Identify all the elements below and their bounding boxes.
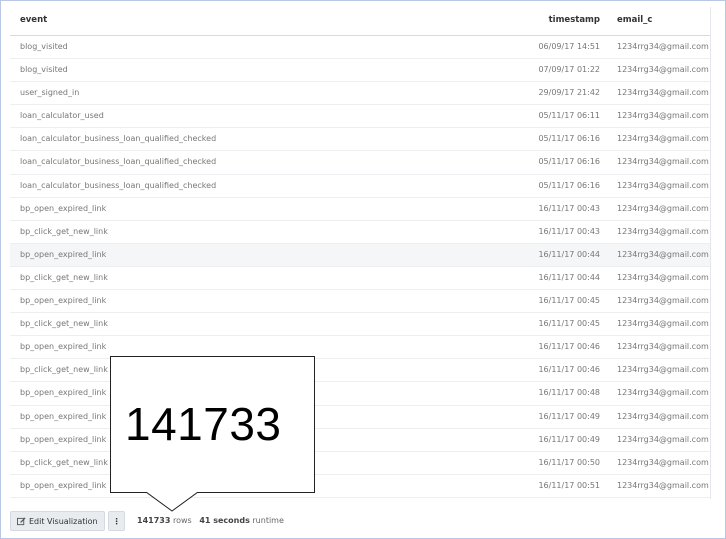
- cell-timestamp: 05/11/17 06:16: [538, 157, 600, 167]
- table-row: user_signed_in 29/09/17 21:42 1234rrg34@gm…: [10, 82, 710, 106]
- cell-email: 1234rrg34@gmail.com: [617, 134, 709, 144]
- cell-event: bp_open_expired_link: [20, 411, 107, 421]
- more-options-button[interactable]: ⋮: [108, 511, 125, 531]
- cell-event: bp_open_expired_link: [20, 388, 107, 398]
- table-row: bp_click_get_new_link 16/11/17 00:43 1234r…: [10, 221, 710, 244]
- cell-timestamp: 16/11/17 00:48: [538, 388, 600, 398]
- table-row: loan_calculator_used 05/11/17 06:11 1234rr…: [10, 105, 710, 129]
- cell-event: loan_calculator_business_loan_qualified_…: [20, 180, 217, 190]
- column-header-timestamp[interactable]: timestamp: [549, 15, 600, 25]
- column-header-event[interactable]: event: [20, 15, 47, 25]
- row-count-callout: 141733: [110, 356, 315, 493]
- cell-event: loan_calculator_used: [20, 111, 104, 121]
- table-row: bp_click_get_new_link16/11/17 00:511234r…: [10, 498, 710, 499]
- cell-event: bp_click_get_new_link: [20, 319, 108, 329]
- cell-event: blog_visited: [20, 42, 68, 51]
- cell-timestamp: 16/11/17 00:49: [538, 411, 600, 421]
- query-status: 141733 rows 41 seconds runtime: [137, 516, 284, 525]
- callout-pointer: [146, 492, 198, 512]
- table-row: bp_open_expired_link 16/11/17 00:44 1234rr…: [10, 243, 710, 267]
- cell-email: 1234rrg34@gmail.com: [617, 480, 709, 490]
- results-footer: Edit Visualization ⋮ 141733 rows 41 seco…: [10, 511, 710, 533]
- cell-email: 1234rrg34@gmail.com: [617, 388, 709, 398]
- cell-email: 1234rrg34@gmail.com: [617, 319, 709, 329]
- edit-icon: [17, 516, 26, 525]
- runtime-value: 41 seconds: [199, 516, 250, 525]
- cell-timestamp: 16/11/17 00:43: [538, 226, 600, 236]
- cell-event: user_signed_in: [20, 88, 80, 98]
- cell-timestamp: 05/11/17 06:11: [538, 111, 600, 121]
- cell-timestamp: 29/09/17 21:42: [538, 88, 600, 98]
- cell-email: 1234rrg34@gmail.com: [617, 65, 709, 75]
- table-row: loan_calculator_business_loan_qualified_…: [10, 151, 710, 175]
- cell-email: 1234rrg34@gmail.com: [617, 42, 709, 51]
- cell-timestamp: 16/11/17 00:45: [538, 319, 600, 329]
- cell-event: bp_click_get_new_link: [20, 365, 108, 375]
- cell-event: bp_open_expired_link: [20, 480, 107, 490]
- cell-event: bp_open_expired_link: [20, 434, 107, 444]
- cell-email: 1234rrg34@gmail.com: [617, 411, 709, 421]
- cell-timestamp: 16/11/17 00:44: [538, 249, 600, 259]
- cell-timestamp: 05/11/17 06:16: [538, 180, 600, 190]
- cell-timestamp: 16/11/17 00:50: [538, 457, 600, 467]
- cell-email: 1234rrg34@gmail.com: [617, 434, 709, 444]
- row-count-label: rows: [172, 516, 192, 525]
- cell-email: 1234rrg34@gmail.com: [617, 342, 709, 352]
- cell-email: 1234rrg34@gmail.com: [617, 157, 709, 167]
- cell-event: loan_calculator_business_loan_qualified_…: [20, 134, 217, 144]
- cell-email: 1234rrg34@gmail.com: [617, 249, 709, 259]
- table-row: blog_visited 06/09/17 14:51 1234rrg34@gmai…: [10, 36, 710, 60]
- cell-event: bp_click_get_new_link: [20, 272, 108, 282]
- cell-email: 1234rrg34@gmail.com: [617, 180, 709, 190]
- callout-text: 141733: [125, 398, 282, 450]
- cell-timestamp: 06/09/17 14:51: [538, 42, 600, 51]
- cell-event: blog_visited: [20, 65, 68, 75]
- cell-email: 1234rrg34@gmail.com: [617, 88, 709, 98]
- table-row: bp_open_expired_link 16/11/17 00:43 1234rr…: [10, 198, 710, 221]
- cell-email: 1234rrg34@gmail.com: [617, 203, 709, 213]
- edit-visualization-button[interactable]: Edit Visualization: [10, 511, 105, 531]
- cell-email: 1234rrg34@gmail.com: [617, 111, 709, 121]
- cell-timestamp: 16/11/17 00:51: [538, 480, 600, 490]
- cell-event: bp_open_expired_link: [20, 296, 107, 306]
- cell-email: 1234rrg34@gmail.com: [617, 365, 709, 375]
- row-count: 141733: [137, 516, 171, 525]
- cell-timestamp: 05/11/17 06:16: [538, 134, 600, 144]
- cell-event: bp_click_get_new_link: [20, 226, 108, 236]
- cell-timestamp: 07/09/17 01:22: [538, 65, 600, 75]
- table-row: loan_calculator_business_loan_qualified_…: [10, 175, 710, 198]
- cell-timestamp: 16/11/17 00:43: [538, 203, 600, 213]
- table-row: bp_click_get_new_link 16/11/17 00:45 1234r…: [10, 313, 710, 337]
- cell-event: bp_open_expired_link: [20, 203, 107, 213]
- cell-email: 1234rrg34@gmail.com: [617, 457, 709, 467]
- cell-email: 1234rrg34@gmail.com: [617, 226, 709, 236]
- table-row: loan_calculator_business_loan_qualified_…: [10, 128, 710, 152]
- cell-event: bp_click_get_new_link: [20, 457, 108, 467]
- cell-event: bp_open_expired_link: [20, 249, 107, 259]
- column-header-email[interactable]: email_c: [617, 15, 652, 25]
- cell-event: loan_calculator_business_loan_qualified_…: [20, 157, 217, 167]
- table-row: bp_click_get_new_link 16/11/17 00:44 1234r…: [10, 267, 710, 291]
- edit-visualization-label: Edit Visualization: [29, 516, 98, 526]
- table-row: blog_visited 07/09/17 01:22 1234rrg34@gmai…: [10, 59, 710, 83]
- cell-email: 1234rrg34@gmail.com: [617, 296, 709, 306]
- table-header: event timestamp email_c: [10, 7, 710, 36]
- cell-timestamp: 16/11/17 00:45: [538, 296, 600, 306]
- cell-event: bp_open_expired_link: [20, 342, 107, 352]
- query-results-panel: event timestamp email_c blog_visited 06/0…: [0, 0, 726, 539]
- cell-email: 1234rrg34@gmail.com: [617, 272, 709, 282]
- cell-timestamp: 16/11/17 00:49: [538, 434, 600, 444]
- cell-timestamp: 16/11/17 00:46: [538, 342, 600, 352]
- cell-timestamp: 16/11/17 00:46: [538, 365, 600, 375]
- runtime-label: runtime: [252, 516, 284, 525]
- cell-timestamp: 16/11/17 00:44: [538, 272, 600, 282]
- table-row: bp_open_expired_link 16/11/17 00:45 1234rr…: [10, 290, 710, 314]
- vertical-dots-icon: ⋮: [112, 516, 121, 526]
